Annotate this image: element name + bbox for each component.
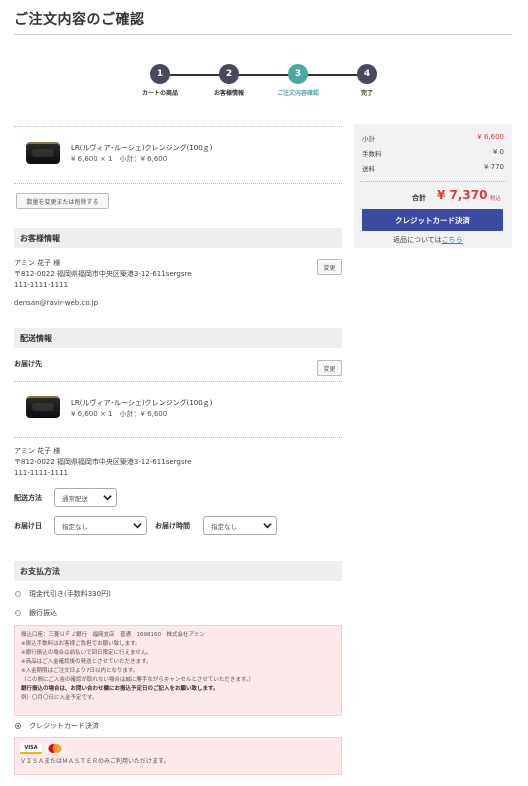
delivery-method-value: 通常配送: [62, 494, 88, 503]
customer-phone: 111-1111-1111: [14, 281, 69, 289]
returns-link[interactable]: こちら: [442, 236, 463, 244]
divider: [14, 381, 342, 382]
delivery-product-price: ¥ 6,600 × 1 小計：¥ 6,600: [71, 410, 168, 418]
change-quantity-button[interactable]: 数量を変更または削除する: [16, 193, 109, 209]
order-summary: 小計 ¥ 6,600 手数料 ¥ 0 送料 ¥ 770 合計 ¥ 7,370 税…: [354, 124, 512, 248]
subtotal-label: 小計: [362, 135, 375, 143]
bank-account-line: 振込口座：三菱ＵＦＪ銀行 福岡支店 普通 1698160 株式会社アミン: [21, 632, 205, 638]
mastercard-icon: [48, 744, 62, 753]
bank-example: 例）〇月〇日に入金予定です。: [21, 695, 98, 701]
credit-card-info: VISA ＶＩＳＡまたはＭＡＳＴＥＲのみご利用いただけます。: [14, 737, 342, 775]
delivery-phone: 111-1111-1111: [14, 469, 69, 477]
payment-credit-label[interactable]: クレジットカード決済: [29, 721, 99, 731]
credit-card-checkout-button[interactable]: クレジットカード決済: [362, 209, 503, 231]
page-title: ご注文内容のご確認: [14, 12, 145, 28]
bank-transfer-info: 振込口座：三菱ＵＦＪ銀行 福岡支店 普通 1698160 株式会社アミン ※振込…: [14, 625, 342, 716]
returns-text: 返品については: [393, 236, 442, 244]
mastercard-logo: [44, 743, 66, 754]
step-4-label: 完了: [360, 90, 373, 97]
product-name: LR(ルヴィア･ルーシェ)クレンジング(100ｇ): [71, 144, 213, 152]
shipping-value: ¥ 770: [483, 163, 504, 171]
divider: [14, 183, 342, 184]
visa-logo: VISA: [20, 743, 42, 754]
customer-name: アミン 花子 様: [14, 259, 61, 267]
step-4-circle: 4: [357, 64, 377, 84]
bank-note-line: ※商品はご入金確認後の発送とさせていただきます。: [21, 659, 152, 665]
customer-change-button[interactable]: 変更: [317, 259, 342, 275]
progress-line: [170, 74, 360, 76]
divider: [360, 181, 506, 182]
delivery-method-label: 配送方法: [14, 494, 42, 502]
payment-cod-label[interactable]: 現金代引き(手数料330円): [29, 589, 111, 599]
payment-bank-label[interactable]: 銀行振込: [29, 608, 57, 618]
payment-section-heading: お支払方法: [14, 561, 342, 581]
credit-card-note: ＶＩＳＡまたはＭＡＳＴＥＲのみご利用いただけます。: [20, 758, 170, 765]
delivery-date-value: 指定なし: [62, 522, 88, 531]
delivery-time-select[interactable]: 指定なし: [203, 516, 277, 535]
delivery-address: 〒812-0022 福岡県福岡市中央区築港3-12-611sergsre: [14, 458, 192, 466]
step-2-label: お客様情報: [213, 90, 244, 97]
title-divider: [14, 34, 512, 35]
fee-value: ¥ 0: [492, 148, 504, 156]
subtotal-value: ¥ 6,600: [477, 133, 504, 141]
delivery-section-heading: 配送情報: [14, 328, 342, 348]
delivery-date-select[interactable]: 指定なし: [54, 516, 147, 535]
customer-address: 〒812-0022 福岡県福岡市中央区築港3-12-611sergsre: [14, 270, 192, 278]
fee-label: 手数料: [362, 150, 382, 158]
customer-section-heading: お客様情報: [14, 228, 342, 248]
product-price: ¥ 6,600 × 1 小計：¥ 6,600: [71, 155, 168, 163]
chevron-down-icon: [263, 523, 272, 529]
bank-note-line: ※入金期限はご注文日より7日以内となります。: [21, 668, 139, 674]
payment-cod-radio[interactable]: [15, 591, 21, 597]
customer-email: densan@ravir-web.co.jp: [14, 299, 99, 307]
total-value: ¥ 7,370: [437, 188, 488, 202]
payment-credit-radio[interactable]: [15, 723, 21, 729]
divider: [14, 126, 342, 127]
shipping-label: 送料: [362, 165, 375, 173]
total-tax-label: 税込: [490, 196, 502, 202]
delivery-product-name: LR(ルヴィア･ルーシェ)クレンジング(100ｇ): [71, 399, 213, 407]
delivery-name: アミン 花子 様: [14, 447, 61, 455]
step-1-label: カートの商品: [141, 90, 178, 97]
delivery-destination-label: お届け先: [14, 360, 42, 368]
chevron-down-icon: [133, 523, 142, 529]
delivery-change-button[interactable]: 変更: [317, 360, 342, 376]
divider: [14, 437, 342, 438]
chevron-down-icon: [103, 495, 112, 501]
product-image: [26, 396, 60, 418]
delivery-date-label: お届け日: [14, 522, 42, 530]
step-2-circle: 2: [219, 64, 239, 84]
returns-info: 返品についてはこちら: [393, 235, 463, 245]
delivery-time-label: お届け時間: [155, 522, 190, 530]
step-3-label: ご注文内容確認: [276, 90, 319, 97]
step-3-circle: 3: [288, 64, 308, 84]
bank-note-line: （この間にご入金の確認が取れない場合は誠に勝手ながらキャンセルとさせていただきま…: [21, 677, 255, 683]
delivery-method-select[interactable]: 通常配送: [54, 488, 117, 507]
bank-note-line: ※振込手数料はお客様ご負担でお願い致します。: [21, 641, 141, 647]
payment-bank-radio[interactable]: [15, 610, 21, 616]
delivery-time-value: 指定なし: [211, 522, 237, 531]
total-label: 合計: [412, 194, 426, 202]
bank-note-line: ※銀行振込の場合は前払いで回日限定に行えません。: [21, 650, 152, 656]
product-image: [26, 142, 60, 164]
step-1-circle: 1: [150, 64, 170, 84]
bank-instruction: 銀行振込の場合は、お問い合わせ欄にお振込予定日のご記入をお願い致します。: [21, 686, 219, 692]
